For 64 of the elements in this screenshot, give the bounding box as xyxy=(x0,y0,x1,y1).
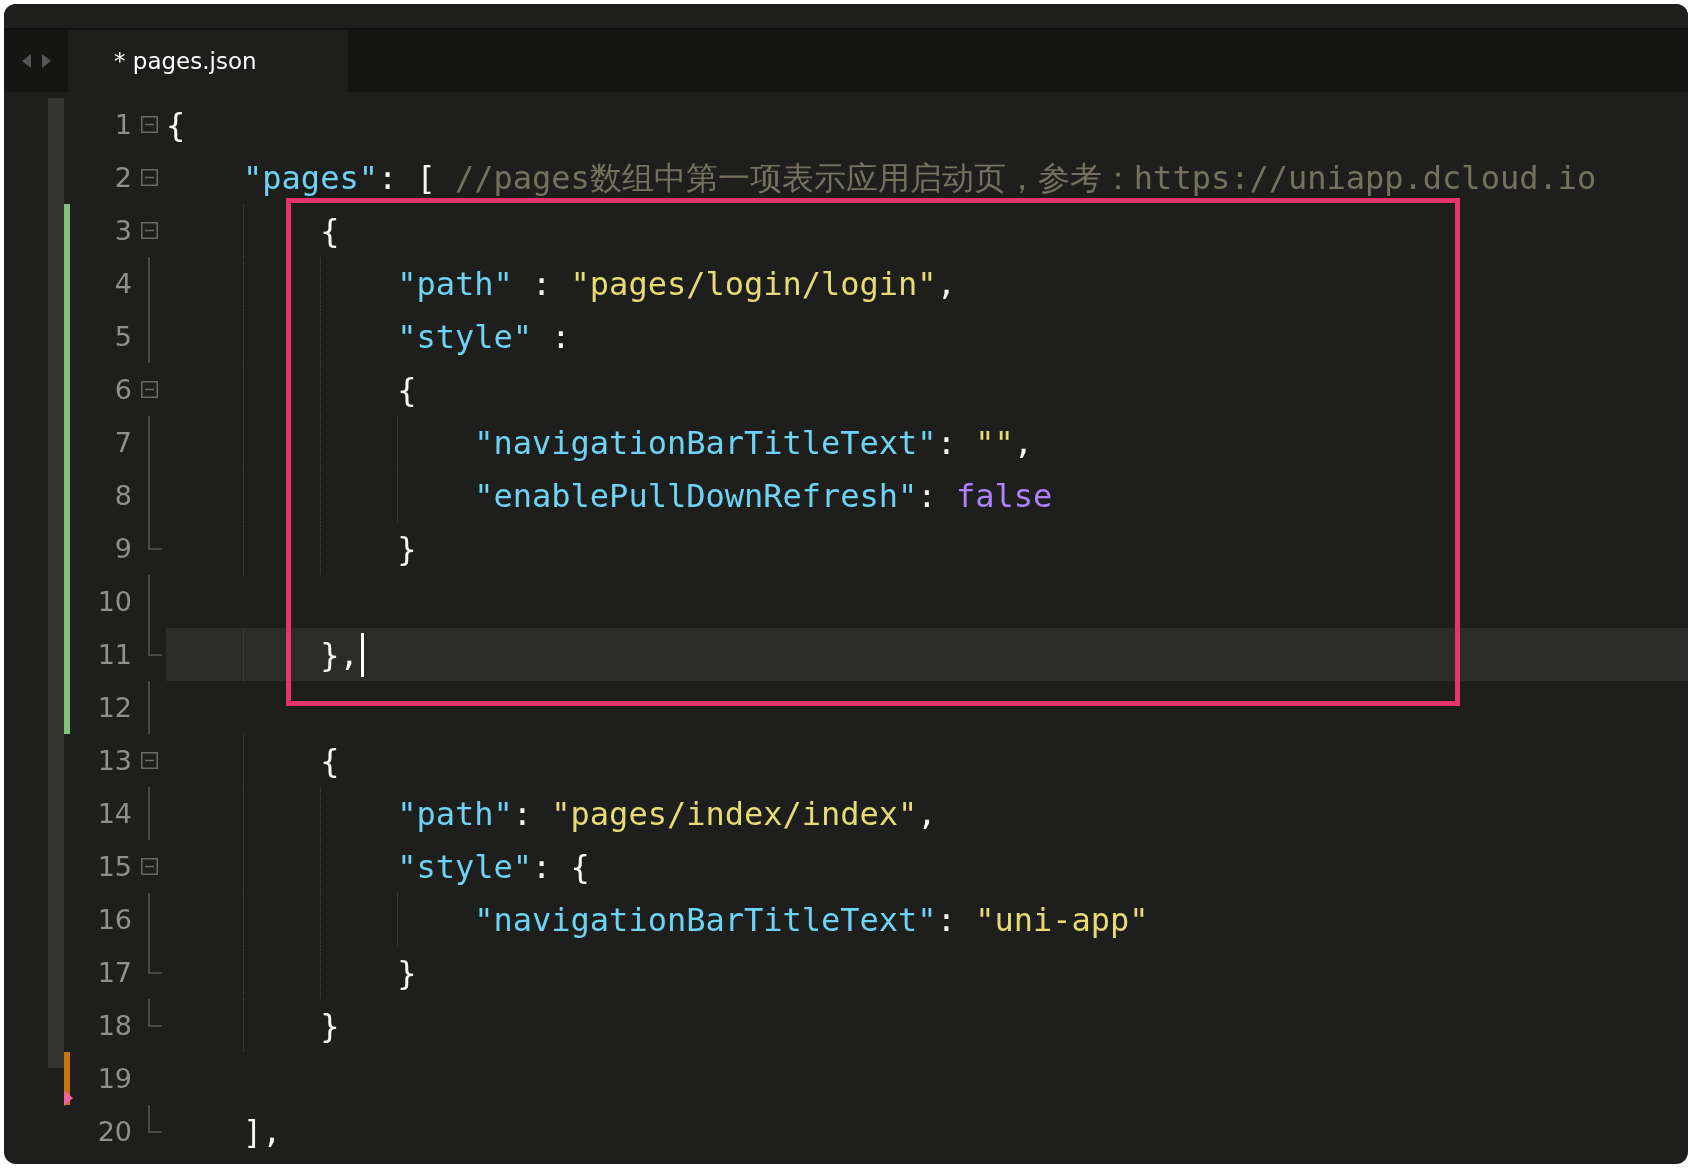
fold-icon[interactable] xyxy=(141,752,158,769)
file-tab[interactable]: * pages.json xyxy=(68,30,348,92)
line-number: 5 xyxy=(113,320,132,354)
code-token: } xyxy=(319,1005,340,1046)
code-token: , xyxy=(1013,422,1033,463)
code-comment: //pages数组中第一项表示应用启动页，参考：https://uniapp.dcloud.io xyxy=(455,157,1597,198)
line-number: 3 xyxy=(113,214,132,248)
code-token: "style" xyxy=(396,316,533,357)
line-number: 15 xyxy=(96,850,132,884)
fold-icon[interactable] xyxy=(141,222,158,239)
line-number: 4 xyxy=(113,267,132,301)
code-token: { xyxy=(396,369,417,410)
back-arrow-icon[interactable] xyxy=(21,54,32,68)
code-token: : { xyxy=(532,846,590,887)
code-token: }, xyxy=(319,634,359,675)
code-token: } xyxy=(396,528,417,569)
code-token: ], xyxy=(242,1111,282,1152)
code-token: "navigationBarTitleText" xyxy=(473,899,937,940)
code-token: } xyxy=(396,952,417,993)
code-token: "" xyxy=(975,422,1014,463)
line-number: 16 xyxy=(96,903,132,937)
line-number: 6 xyxy=(113,373,132,407)
code-token: "pages/index/index" xyxy=(551,793,918,834)
code-token: : xyxy=(531,263,553,304)
code-token: "path" xyxy=(396,793,513,834)
code-token: "pages" xyxy=(242,157,378,198)
line-number: 12 xyxy=(96,691,132,725)
code-token: : [ xyxy=(377,157,437,198)
code-token: { xyxy=(319,740,340,781)
line-number: 17 xyxy=(96,956,132,990)
code-token: { xyxy=(319,210,340,251)
line-number: 10 xyxy=(96,585,132,619)
line-number: 7 xyxy=(113,426,132,460)
line-number: 9 xyxy=(113,532,132,566)
line-number: 1 xyxy=(113,108,132,142)
forward-arrow-icon[interactable] xyxy=(40,54,51,68)
code-token: , xyxy=(936,263,956,304)
code-token: : xyxy=(936,899,957,940)
code-token: : xyxy=(917,475,938,516)
code-token: : xyxy=(936,422,957,463)
line-number: 11 xyxy=(96,638,132,672)
fold-icon[interactable] xyxy=(141,858,158,875)
line-number: 2 xyxy=(113,161,132,195)
code-token: "style" xyxy=(396,846,533,887)
fold-icon[interactable] xyxy=(141,116,158,133)
line-number: 14 xyxy=(96,797,132,831)
code-token: "path" xyxy=(396,263,513,304)
code-token: "uni-app" xyxy=(975,899,1149,940)
code-token: "navigationBarTitleText" xyxy=(473,422,937,463)
line-number: 8 xyxy=(113,479,132,513)
code-token: { xyxy=(166,104,186,145)
line-number: 20 xyxy=(96,1115,132,1149)
code-token: "pages/login/login" xyxy=(570,263,937,304)
code-token: "enablePullDownRefresh" xyxy=(473,475,918,516)
code-token: false xyxy=(955,475,1053,516)
code-token: , xyxy=(917,793,937,834)
line-number: 19 xyxy=(96,1062,132,1096)
text-cursor xyxy=(360,632,364,677)
line-number: 18 xyxy=(96,1009,132,1043)
line-number: 13 xyxy=(96,744,132,778)
code-token: : xyxy=(550,316,571,357)
fold-icon[interactable] xyxy=(141,381,158,398)
code-token: : xyxy=(512,793,534,834)
fold-icon[interactable] xyxy=(141,169,158,186)
